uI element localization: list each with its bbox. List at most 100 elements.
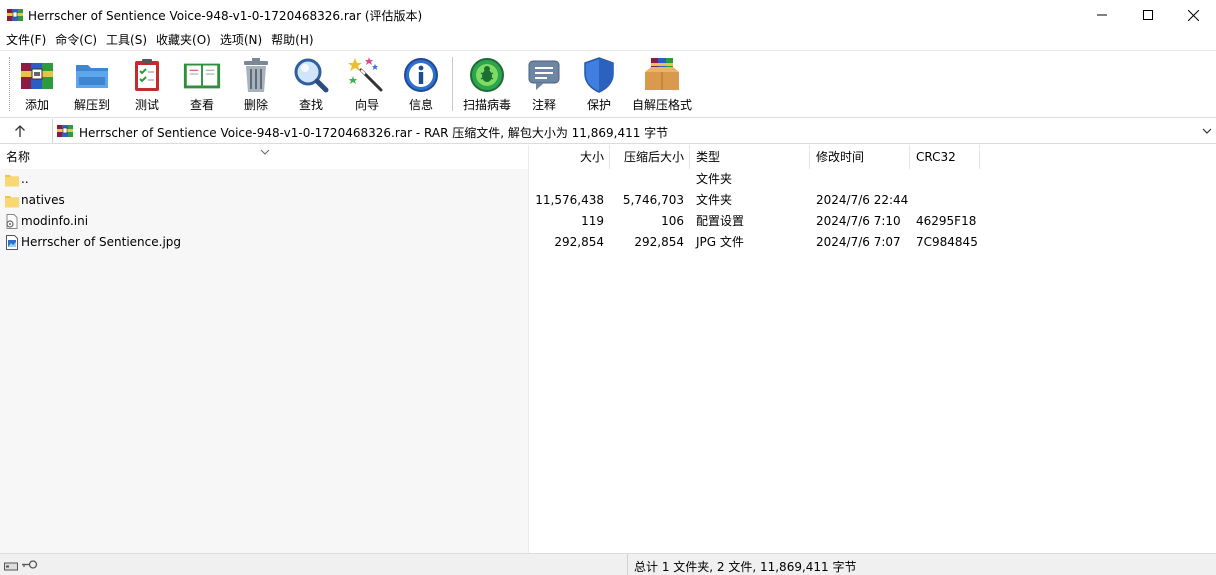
menu-tools[interactable]: 工具(S) — [100, 30, 150, 50]
ini-file-icon — [5, 214, 19, 229]
maximize-button[interactable] — [1125, 0, 1171, 30]
list-header: 名称 大小 压缩后大小 类型 修改时间 CRC32 — [0, 145, 1216, 169]
image-file-icon — [5, 235, 19, 250]
key-icon[interactable] — [22, 559, 38, 573]
table-row[interactable]: Herrscher of Sentience.jpg 292,854 292,8… — [0, 232, 1216, 253]
view-button[interactable]: 查看 — [180, 55, 224, 113]
toolbar: 添加 解压到 测试 查看 删除 查找 向导 信息 扫描病毒 注释 保护 自解压格… — [0, 50, 1216, 116]
comment-label: 注释 — [531, 98, 556, 112]
header-crc[interactable]: CRC32 — [910, 145, 980, 169]
status-summary: 总计 1 文件夹, 2 文件, 11,869,411 字节 — [634, 560, 857, 574]
find-label: 查找 — [298, 98, 323, 112]
menu-help[interactable]: 帮助(H) — [265, 30, 316, 50]
file-type: 文件夹 — [696, 193, 733, 207]
header-modified[interactable]: 修改时间 — [810, 145, 910, 169]
table-row[interactable]: natives 11,576,438 5,746,703 文件夹 2024/7/… — [0, 190, 1216, 211]
header-size[interactable]: 大小 — [529, 145, 610, 169]
close-icon — [1187, 9, 1199, 21]
address-path: Herrscher of Sentience Voice-948-v1-0-17… — [79, 126, 669, 140]
comment-button[interactable]: 注释 — [524, 55, 564, 113]
wizard-wand-icon — [347, 55, 387, 94]
test-button[interactable]: 测试 — [127, 55, 167, 113]
info-label: 信息 — [408, 98, 433, 112]
add-archive-icon — [17, 55, 57, 94]
delete-button[interactable]: 删除 — [236, 55, 276, 113]
menu-options[interactable]: 选项(N) — [214, 30, 265, 50]
toolbar-separator — [452, 57, 453, 111]
add-label: 添加 — [24, 98, 49, 112]
minimize-icon — [1097, 14, 1107, 16]
file-crc: 7C984845 — [916, 235, 978, 249]
table-row[interactable]: modinfo.ini 119 106 配置设置 2024/7/6 7:10 4… — [0, 211, 1216, 232]
file-packed-size — [610, 169, 684, 190]
menu-commands[interactable]: 命令(C) — [49, 30, 100, 50]
test-label: 测试 — [134, 98, 159, 112]
extract-to-icon — [72, 55, 112, 94]
sfx-label: 自解压格式 — [631, 98, 692, 112]
info-button[interactable]: 信息 — [401, 55, 441, 113]
add-button[interactable]: 添加 — [17, 55, 57, 113]
menu-file[interactable]: 文件(F) — [0, 30, 49, 50]
virus-scan-icon — [467, 55, 507, 94]
menu-bar: 文件(F) 命令(C) 工具(S) 收藏夹(O) 选项(N) 帮助(H) — [0, 30, 1216, 50]
table-row[interactable]: .. 文件夹 — [0, 169, 1216, 190]
virus-scan-label: 扫描病毒 — [462, 98, 511, 112]
header-packed-size[interactable]: 压缩后大小 — [610, 145, 690, 169]
file-list: 名称 大小 压缩后大小 类型 修改时间 CRC32 .. 文件夹 natives… — [0, 145, 1216, 553]
trash-icon — [236, 55, 276, 94]
window-title: Herrscher of Sentience Voice-948-v1-0-17… — [28, 9, 423, 23]
folder-icon — [5, 193, 19, 208]
file-size: 292,854 — [554, 235, 604, 249]
up-arrow-icon — [15, 125, 25, 137]
header-type[interactable]: 类型 — [690, 145, 810, 169]
file-size: 119 — [581, 214, 604, 228]
file-modified: 2024/7/6 22:44 — [816, 193, 909, 207]
close-button[interactable] — [1170, 0, 1216, 30]
file-type: JPG 文件 — [696, 235, 744, 249]
address-field[interactable]: Herrscher of Sentience Voice-948-v1-0-17… — [52, 119, 1216, 143]
chevron-down-icon[interactable] — [1202, 125, 1212, 139]
title-bar: Herrscher of Sentience Voice-948-v1-0-17… — [0, 0, 1216, 30]
minimize-button[interactable] — [1079, 0, 1125, 30]
file-crc: 46295F18 — [916, 214, 977, 228]
file-packed-size: 292,854 — [634, 235, 684, 249]
extract-to-button[interactable]: 解压到 — [70, 55, 114, 113]
view-book-icon — [182, 55, 222, 94]
virus-scan-button[interactable]: 扫描病毒 — [461, 55, 513, 113]
maximize-icon — [1143, 10, 1153, 20]
file-size — [529, 169, 604, 190]
protect-button[interactable]: 保护 — [579, 55, 619, 113]
test-icon — [127, 55, 167, 94]
folder-icon — [5, 172, 19, 187]
winrar-app-icon[interactable] — [7, 7, 23, 23]
extract-to-label: 解压到 — [73, 98, 110, 112]
toolbar-grip[interactable] — [9, 57, 12, 111]
info-icon — [401, 55, 441, 94]
wizard-button[interactable]: 向导 — [346, 55, 388, 113]
magnifier-icon — [291, 55, 331, 94]
protect-label: 保护 — [586, 98, 611, 112]
delete-label: 删除 — [243, 98, 268, 112]
sfx-box-icon — [642, 55, 682, 94]
file-name: .. — [21, 172, 29, 186]
file-modified: 2024/7/6 7:07 — [816, 235, 901, 249]
shield-icon — [579, 55, 619, 94]
wizard-label: 向导 — [354, 98, 379, 112]
file-size: 11,576,438 — [535, 193, 604, 207]
file-packed-size: 5,746,703 — [622, 193, 684, 207]
comment-icon — [524, 55, 564, 94]
file-name: Herrscher of Sentience.jpg — [21, 235, 182, 249]
file-name: modinfo.ini — [21, 214, 89, 228]
file-packed-size: 106 — [661, 214, 684, 228]
drive-icon[interactable] — [4, 560, 18, 574]
menu-favorites[interactable]: 收藏夹(O) — [150, 30, 214, 50]
view-label: 查看 — [189, 98, 214, 112]
address-bar: Herrscher of Sentience Voice-948-v1-0-17… — [0, 117, 1216, 144]
file-name: natives — [21, 193, 65, 207]
sfx-button[interactable]: 自解压格式 — [631, 55, 693, 113]
rar-archive-icon — [57, 123, 73, 139]
up-folder-button[interactable] — [10, 122, 30, 140]
status-left-pane — [0, 554, 628, 575]
find-button[interactable]: 查找 — [291, 55, 331, 113]
sort-chevron-icon — [260, 145, 270, 159]
